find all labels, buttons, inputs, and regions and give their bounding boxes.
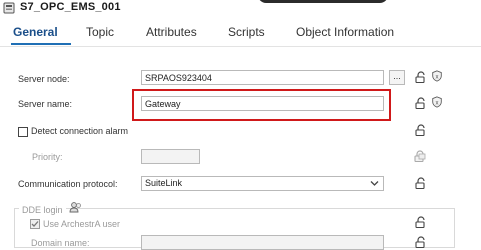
lock-icon[interactable] [414, 216, 428, 228]
tab-attributes[interactable]: Attributes [146, 25, 197, 39]
window-caption-tab [258, 0, 388, 3]
domain-name-input[interactable] [141, 235, 384, 250]
tab-object-information[interactable]: Object Information [296, 25, 394, 39]
object-icon [3, 2, 15, 14]
svg-text:x: x [436, 75, 439, 81]
detect-connection-alarm-label: Detect connection alarm [31, 126, 129, 136]
lock-icon[interactable] [414, 124, 428, 136]
dde-login-legend: DDE login [19, 200, 66, 218]
tab-general[interactable]: General [13, 25, 58, 39]
server-node-label: Server node: [18, 74, 70, 84]
checkmark-icon [31, 221, 39, 227]
server-name-label: Server name: [18, 99, 73, 109]
lock-icon[interactable] [414, 71, 428, 83]
chevron-down-icon[interactable] [370, 180, 379, 187]
active-tab-indicator [11, 43, 71, 45]
svg-text:x: x [436, 101, 439, 107]
user-icon [69, 202, 81, 213]
lock-icon[interactable] [414, 97, 428, 109]
window-title: S7_OPC_EMS_001 [20, 1, 121, 13]
shield-icon[interactable]: x [430, 70, 444, 82]
communication-protocol-value: SuiteLink [145, 178, 183, 188]
use-archestra-user-checkbox[interactable] [30, 219, 40, 229]
detect-connection-alarm-checkbox[interactable] [18, 127, 28, 137]
lock-icon [414, 150, 426, 162]
priority-input[interactable] [141, 149, 200, 164]
shield-icon[interactable]: x [430, 96, 444, 108]
communication-protocol-select[interactable]: SuiteLink [141, 176, 384, 191]
lock-icon[interactable] [414, 177, 428, 189]
tab-scripts[interactable]: Scripts [228, 25, 265, 39]
server-node-browse-button[interactable]: ... [389, 70, 405, 85]
use-archestra-user-label: Use ArchestrA user [43, 219, 121, 229]
dde-login-label: DDE login [22, 205, 63, 215]
priority-label: Priority: [32, 152, 63, 162]
lock-icon[interactable] [414, 236, 428, 248]
tab-topic[interactable]: Topic [86, 25, 114, 39]
domain-name-label: Domain name: [31, 238, 90, 248]
server-name-input[interactable]: Gateway [141, 96, 384, 111]
server-node-input[interactable]: SRPAOS923404 [141, 70, 384, 85]
communication-protocol-label: Communication protocol: [18, 179, 118, 189]
